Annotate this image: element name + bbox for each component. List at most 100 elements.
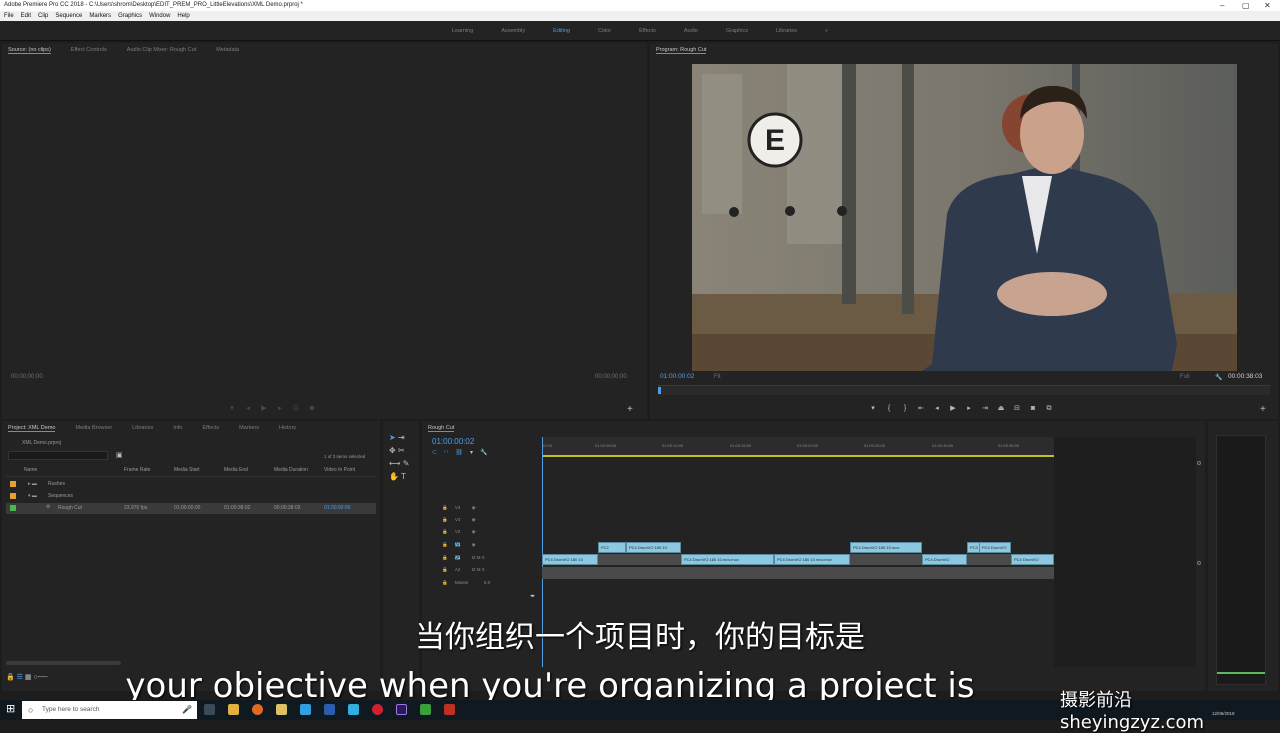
lock-icon[interactable]: 🔒 bbox=[442, 567, 448, 572]
playhead[interactable] bbox=[658, 387, 661, 394]
camera-icon[interactable]: ◙ bbox=[1025, 405, 1041, 412]
hand-icon[interactable]: ✋ bbox=[389, 472, 399, 481]
lock-icon[interactable]: 🔒 bbox=[442, 555, 448, 560]
add-button-icon[interactable]: + bbox=[1260, 404, 1266, 415]
lock-icon[interactable]: 🔒 bbox=[442, 580, 448, 585]
tab-metadata[interactable]: Metadata bbox=[216, 47, 239, 53]
track-header-master[interactable]: 🔒 Master 0.0 bbox=[442, 580, 490, 586]
master-volume[interactable]: 0.0 bbox=[484, 580, 490, 585]
play-icon[interactable]: ▶ bbox=[945, 404, 961, 412]
go-to-in-icon[interactable]: ⇤ bbox=[913, 404, 929, 412]
eye-icon[interactable]: ◉ bbox=[472, 505, 476, 510]
list-item-selected[interactable]: ⚙ Rough Cut 23.976 fps 01:00:00:00 01:00… bbox=[6, 503, 376, 514]
menu-sequence[interactable]: Sequence bbox=[55, 11, 82, 21]
workspace-audio[interactable]: Audio bbox=[684, 28, 698, 34]
vertical-scrollbar[interactable] bbox=[1197, 461, 1201, 591]
taskbar-search-input[interactable]: ○ Type here to search 🎤 bbox=[22, 701, 197, 719]
clip-v2[interactable]: PC4 DrumVO 180 10.mov bbox=[850, 542, 922, 553]
column-media-end[interactable]: Media End bbox=[224, 467, 248, 473]
menu-edit[interactable]: Edit bbox=[21, 11, 31, 21]
go-to-out-icon[interactable]: ⇥ bbox=[977, 404, 993, 412]
menu-help[interactable]: Help bbox=[177, 11, 189, 21]
program-fit-select[interactable]: Fit bbox=[714, 374, 721, 380]
workspace-effects[interactable]: Effects bbox=[639, 28, 656, 34]
menu-clip[interactable]: Clip bbox=[38, 11, 48, 21]
marker-icon[interactable]: ▾ bbox=[224, 404, 240, 412]
lift-icon[interactable]: ⏏ bbox=[993, 404, 1009, 412]
track-header-a1[interactable]: 🔒 A1 ⊡ M S bbox=[442, 555, 485, 561]
folder-icon[interactable] bbox=[276, 704, 287, 715]
microphone-icon[interactable]: 🎤 bbox=[182, 701, 192, 719]
tab-source[interactable]: Source: (no clips) bbox=[8, 47, 51, 54]
program-scrub-bar[interactable] bbox=[658, 385, 1270, 395]
program-timecode[interactable]: 01:00:00:02 bbox=[660, 373, 694, 380]
camera-icon[interactable]: ◙ bbox=[304, 405, 320, 412]
selection-tool-icon[interactable]: ➤ bbox=[389, 433, 396, 442]
clip-v2[interactable]: PC4 DrumVO 180 10 bbox=[626, 542, 681, 553]
type-icon[interactable]: T bbox=[401, 472, 406, 481]
tab-history[interactable]: History bbox=[279, 425, 296, 431]
add-button-icon[interactable]: + bbox=[627, 404, 633, 415]
project-search-input[interactable] bbox=[8, 451, 108, 460]
menu-file[interactable]: File bbox=[4, 11, 14, 21]
lock-icon[interactable]: 🔒 bbox=[442, 542, 448, 547]
clip-v2[interactable]: PC2 bbox=[598, 542, 626, 553]
sync-icon[interactable]: ⊡ bbox=[472, 555, 476, 560]
track-header-v2[interactable]: 🔒 V2 ◉ bbox=[442, 529, 476, 535]
app-icon[interactable] bbox=[444, 704, 455, 715]
menu-window[interactable]: Window bbox=[149, 11, 170, 21]
task-view-icon[interactable] bbox=[204, 704, 215, 715]
compare-icon[interactable]: ⧉ bbox=[1041, 405, 1057, 413]
close-icon[interactable]: ✕ bbox=[1264, 0, 1271, 11]
lock-icon[interactable]: 🔒 bbox=[442, 529, 448, 534]
zoom-handle-icon[interactable]: ◂▸ bbox=[530, 593, 535, 599]
workspace-color[interactable]: Color bbox=[598, 28, 611, 34]
windows-start-icon[interactable]: ⊞ bbox=[6, 702, 15, 715]
eye-icon[interactable]: ◉ bbox=[472, 517, 476, 522]
settings-wrench-icon[interactable]: 🔧 bbox=[480, 449, 487, 456]
new-bin-icon[interactable]: ▣ bbox=[116, 451, 123, 459]
track-header-v4[interactable]: 🔒 V4 ◉ bbox=[442, 505, 476, 511]
tab-info[interactable]: Info bbox=[173, 425, 182, 431]
add-marker-icon[interactable]: ▾ bbox=[470, 449, 473, 456]
step-forward-icon[interactable]: ▸ bbox=[272, 404, 288, 412]
workspace-learning[interactable]: Learning bbox=[452, 28, 473, 34]
menu-markers[interactable]: Markers bbox=[89, 11, 111, 21]
column-name[interactable]: Name bbox=[24, 467, 37, 473]
extract-icon[interactable]: ⊟ bbox=[1009, 404, 1025, 412]
ripple-edit-icon[interactable]: ✥ bbox=[389, 446, 396, 455]
track-header-v1[interactable]: 🔒 V1 ◉ bbox=[442, 542, 476, 548]
column-video-in-point[interactable]: Video In Point bbox=[324, 467, 355, 473]
play-icon[interactable]: ▶ bbox=[256, 404, 272, 412]
gap[interactable] bbox=[967, 554, 1011, 565]
program-quality-select[interactable]: Full bbox=[1180, 374, 1190, 380]
tab-program[interactable]: Program: Rough Cut bbox=[656, 47, 707, 54]
column-frame-rate[interactable]: Frame Rate bbox=[124, 467, 150, 473]
store-icon[interactable] bbox=[300, 704, 311, 715]
mark-out-icon[interactable]: } bbox=[897, 405, 913, 412]
source-timecode[interactable]: 00;00;00;00 bbox=[11, 374, 43, 380]
firefox-icon[interactable] bbox=[252, 704, 263, 715]
sync-icon[interactable]: ⊡ bbox=[472, 567, 476, 572]
app-icon[interactable] bbox=[348, 704, 359, 715]
workspace-libraries[interactable]: Libraries bbox=[776, 28, 797, 34]
clip-v1[interactable]: PC4 DrumVO 180 10.mov.mov bbox=[774, 554, 850, 565]
tab-effect-controls[interactable]: Effect Controls bbox=[71, 47, 107, 53]
lock-icon[interactable]: 🔒 bbox=[442, 517, 448, 522]
list-item[interactable]: ▾ ▬ Sequences bbox=[6, 491, 376, 502]
clip-v2[interactable]: PC3 DrumVO bbox=[979, 542, 1011, 553]
wrench-icon[interactable]: 🔧 bbox=[1215, 374, 1222, 381]
premiere-pro-icon[interactable] bbox=[396, 704, 407, 715]
audio-track-a1-area[interactable] bbox=[542, 567, 1054, 579]
tab-audio-clip-mixer[interactable]: Audio Clip Mixer: Rough Cut bbox=[127, 47, 196, 53]
work-area-bar[interactable] bbox=[542, 455, 1054, 457]
horizontal-scrollbar[interactable] bbox=[6, 661, 121, 665]
track-select-icon[interactable]: ⇥ bbox=[398, 433, 405, 442]
snap-icon[interactable]: ∩ bbox=[444, 449, 448, 456]
step-back-icon[interactable]: ◂ bbox=[240, 404, 256, 412]
lock-icon[interactable]: 🔒 bbox=[442, 505, 448, 510]
step-back-icon[interactable]: ◂ bbox=[929, 404, 945, 412]
add-marker-icon[interactable]: ▾ bbox=[865, 404, 881, 412]
track-header-v3[interactable]: 🔒 V3 ◉ bbox=[442, 517, 476, 523]
app-icon[interactable] bbox=[420, 704, 431, 715]
